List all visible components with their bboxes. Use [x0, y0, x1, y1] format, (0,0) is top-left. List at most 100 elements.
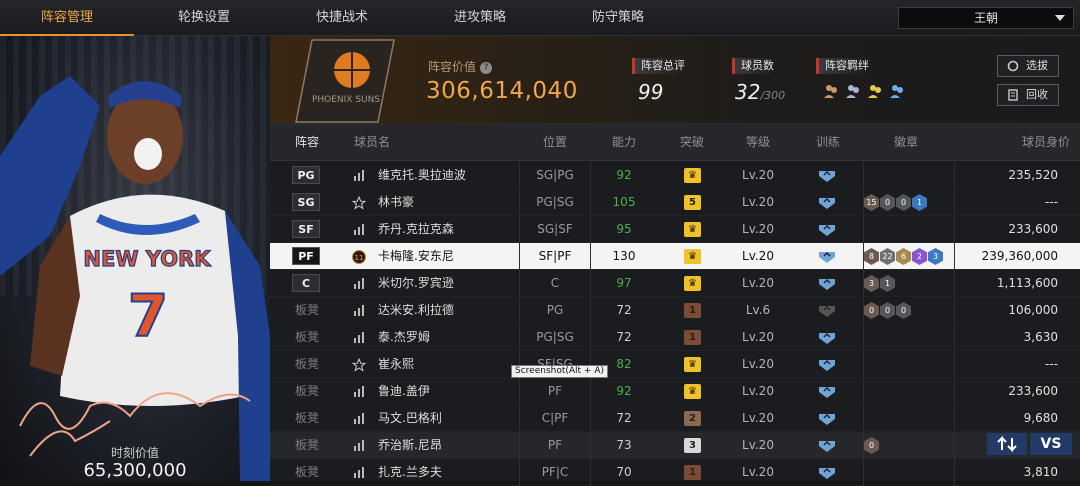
slot-bench: 板凳: [294, 384, 319, 398]
tier-bars-icon: [354, 467, 364, 478]
badge-hex-icon[interactable]: 0: [896, 302, 911, 319]
featured-player-card[interactable]: NEW YORK 7 时刻价值 65,300,000: [0, 36, 270, 481]
table-row[interactable]: PF 11 卡梅隆.安东尼 SF|PF 130 ♛ Lv.20 8 22 6 2 3 239,360,0…: [270, 243, 1080, 270]
table-row[interactable]: PG 维克托.奥拉迪波 SG|PG 92 ♛ Lv.20 235,520: [270, 162, 1080, 189]
player-name[interactable]: 林书豪: [378, 189, 414, 216]
table-row[interactable]: 板凳 马文.巴格利 C|PF 72 2 Lv.20 9,680: [270, 405, 1080, 432]
training-icon[interactable]: [817, 411, 837, 426]
player-count-max: /300: [760, 89, 786, 102]
recycle-button[interactable]: 回收: [997, 84, 1059, 106]
player-name[interactable]: 达米安.利拉德: [378, 297, 454, 324]
player-name[interactable]: 乔丹.克拉克森: [378, 216, 454, 243]
badge-hex-icon[interactable]: 3: [928, 248, 943, 265]
col-ability[interactable]: 能力: [594, 124, 654, 161]
col-training[interactable]: 训练: [798, 124, 858, 161]
training-icon[interactable]: [817, 303, 837, 318]
col-name[interactable]: 球员名: [340, 124, 404, 161]
help-icon[interactable]: ?: [480, 61, 493, 74]
swap-button[interactable]: [987, 433, 1027, 455]
badge-hex-icon[interactable]: 15: [864, 194, 879, 211]
badge-hex-icon[interactable]: 0: [880, 302, 895, 319]
bond-icon[interactable]: [822, 82, 840, 100]
table-row[interactable]: SF 乔丹.克拉克森 SG|SF 95 ♛ Lv.20 233,600: [270, 216, 1080, 243]
tab-defense[interactable]: 防守策略: [551, 0, 685, 36]
player-name[interactable]: 乔治斯.尼昂: [378, 432, 442, 459]
badge-hex-icon[interactable]: 0: [864, 437, 879, 454]
column-divider: [863, 324, 864, 351]
player-position: SG|PG: [536, 168, 574, 182]
player-portrait: NEW YORK 7: [0, 76, 270, 481]
player-name[interactable]: 马文.巴格利: [378, 405, 442, 432]
training-icon[interactable]: [817, 438, 837, 453]
breakthrough-crown-icon: ♛: [684, 276, 701, 291]
column-divider: [519, 378, 520, 405]
select-button[interactable]: 选拔: [997, 55, 1059, 77]
bond-icon[interactable]: [844, 82, 862, 100]
player-ability: 92: [616, 384, 632, 398]
badge-hex-icon[interactable]: 22: [880, 248, 895, 265]
table-row[interactable]: C 米切尔.罗宾逊 C 97 ♛ Lv.20 3 1 1,113,600: [270, 270, 1080, 297]
training-icon[interactable]: [817, 357, 837, 372]
player-name[interactable]: 米切尔.罗宾逊: [378, 270, 454, 297]
table-row[interactable]: 板凳 崔永熙 SF|SG 82 ♛ Lv.20 ---: [270, 351, 1080, 378]
player-level: Lv.20: [742, 438, 774, 452]
player-level: Lv.20: [742, 357, 774, 371]
player-name[interactable]: 泰.杰罗姆: [378, 324, 430, 351]
training-icon[interactable]: [817, 384, 837, 399]
breakthrough-crown-icon: 1: [684, 330, 701, 345]
team-select[interactable]: 王朝: [898, 7, 1074, 29]
badge-hex-icon[interactable]: 1: [912, 194, 927, 211]
column-divider: [954, 243, 955, 270]
badge-hex-icon[interactable]: 3: [864, 275, 879, 292]
table-row[interactable]: 板凳 乔治斯.尼昂 PF 73 3 Lv.20 0: [270, 432, 1080, 459]
table-row[interactable]: SG 林书豪 PG|SG 105 5 Lv.20 15 0 0 1 ---: [270, 189, 1080, 216]
col-price[interactable]: 球员身价: [990, 124, 1070, 161]
star-icon: [352, 196, 366, 210]
player-level: Lv.20: [742, 249, 774, 263]
player-name[interactable]: 崔永熙: [378, 351, 414, 378]
table-row[interactable]: 板凳 达米安.利拉德 PG 72 1 Lv.6 0 0 0 106,000: [270, 297, 1080, 324]
badge-hex-icon[interactable]: 0: [864, 302, 879, 319]
player-name[interactable]: 扎克.兰多夫: [378, 459, 442, 486]
training-icon[interactable]: [817, 222, 837, 237]
tab-tactics[interactable]: 快捷战术: [275, 0, 409, 36]
bond-icon[interactable]: [888, 82, 906, 100]
bond-icon[interactable]: [866, 82, 884, 100]
training-icon[interactable]: [817, 330, 837, 345]
tab-lineup[interactable]: 阵容管理: [0, 0, 134, 36]
tab-rotation[interactable]: 轮换设置: [137, 0, 271, 36]
badge-hex-icon[interactable]: 1: [880, 275, 895, 292]
tab-offense[interactable]: 进攻策略: [413, 0, 547, 36]
vs-button[interactable]: VS: [1030, 433, 1072, 455]
player-name[interactable]: 维克托.奥拉迪波: [378, 162, 466, 189]
col-breakthrough[interactable]: 突破: [662, 124, 722, 161]
player-name[interactable]: 卡梅隆.安东尼: [378, 243, 454, 270]
moment-value: 65,300,000: [83, 460, 187, 481]
breakthrough-value: 1: [689, 305, 696, 316]
badge-hex-icon[interactable]: 6: [896, 248, 911, 265]
recycle-icon: [1008, 89, 1018, 101]
player-name[interactable]: 鲁迪.盖伊: [378, 378, 430, 405]
training-icon[interactable]: [817, 195, 837, 210]
swap-arrows-icon: [997, 435, 1017, 453]
table-row[interactable]: 板凳 扎克.兰多夫 PF|C 70 1 Lv.20 3,810: [270, 459, 1080, 486]
player-price: 3,810: [1023, 465, 1058, 479]
player-level: Lv.6: [745, 303, 771, 317]
slot-bench: 板凳: [294, 465, 319, 479]
badge-hex-icon[interactable]: 0: [896, 194, 911, 211]
col-badges[interactable]: 徽章: [876, 124, 936, 161]
badge-hex-icon[interactable]: 2: [912, 248, 927, 265]
training-icon[interactable]: [817, 276, 837, 291]
col-position[interactable]: 位置: [524, 124, 586, 161]
training-icon[interactable]: [817, 249, 837, 264]
table-row[interactable]: 板凳 鲁迪.盖伊 PF 92 ♛ Lv.20 233,600: [270, 378, 1080, 405]
badge-hex-icon[interactable]: 0: [880, 194, 895, 211]
col-slot[interactable]: 阵容: [270, 124, 344, 161]
col-level[interactable]: 等级: [728, 124, 788, 161]
player-level: Lv.20: [742, 465, 774, 479]
table-row[interactable]: 板凳 泰.杰罗姆 PG|SG 72 1 Lv.20 3,630: [270, 324, 1080, 351]
badge-hex-icon[interactable]: 8: [864, 248, 879, 265]
training-icon[interactable]: [817, 465, 837, 480]
training-icon[interactable]: [817, 168, 837, 183]
column-divider: [519, 243, 520, 270]
